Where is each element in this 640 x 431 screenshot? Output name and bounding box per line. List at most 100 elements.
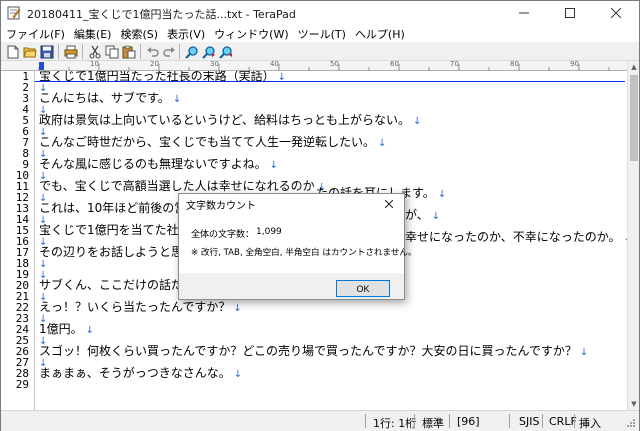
cut-icon — [89, 45, 101, 58]
status-encoding[interactable]: SJIS — [519, 415, 539, 428]
close-button[interactable] — [593, 1, 639, 25]
toolbar-separator — [58, 44, 59, 59]
status-separator — [414, 414, 415, 428]
status-bar: 1行: 1桁 標準 [96] SJIS CRLF 挿入 — [1, 410, 639, 431]
toolbar — [1, 42, 639, 61]
eol-mark: ↓ — [437, 189, 447, 200]
text-line[interactable]: 宝くじで1億円当たった社長の末路（実話） ↓ — [39, 71, 286, 83]
vertical-scrollbar[interactable]: ▲ ▼ — [627, 61, 639, 410]
text-line-content: こんにちは、サブです。 — [39, 91, 170, 105]
eol-mark: ↓ — [269, 160, 279, 171]
status-mode: 標準 — [422, 417, 444, 430]
redo-button[interactable] — [161, 44, 177, 59]
status-insert-mode[interactable]: 挿入 — [579, 415, 601, 431]
scrollbar-thumb[interactable] — [630, 75, 638, 161]
status-separator — [509, 414, 510, 428]
minimize-icon — [519, 12, 529, 14]
status-separator — [542, 414, 543, 428]
maximize-button[interactable] — [547, 1, 593, 25]
status-separator — [574, 414, 575, 428]
ruler-label: 80 — [510, 60, 519, 68]
eol-mark: ↓ — [579, 347, 589, 358]
cut-button[interactable] — [87, 44, 103, 59]
close-icon — [611, 8, 621, 18]
search-next-icon — [202, 45, 215, 59]
menu-view[interactable]: 表示(V) — [162, 25, 209, 42]
redo-icon — [163, 46, 175, 57]
eol-mark: ↓ — [413, 116, 422, 127]
menu-file[interactable]: ファイル(F) — [1, 25, 69, 42]
text-line[interactable]: サブくん、ここだけの話だ↓ — [39, 279, 194, 292]
new-file-button[interactable] — [5, 44, 21, 59]
maximize-icon — [565, 8, 575, 18]
text-line[interactable]: その辺りをお話しようと思↓ — [39, 246, 194, 259]
eol-mark: ↓ — [233, 369, 243, 380]
paste-button[interactable] — [121, 44, 137, 59]
undo-button[interactable] — [145, 44, 161, 59]
text-line-content: えっ！？いくら当たったんですか？ — [39, 300, 231, 314]
search-button[interactable] — [184, 44, 200, 59]
search-next-button[interactable] — [201, 44, 217, 59]
eol-mark: ↓ — [233, 303, 242, 314]
ruler-label: 40 — [270, 60, 279, 68]
menu-edit[interactable]: 編集(E) — [69, 25, 116, 42]
status-char-code: [96] — [457, 415, 480, 428]
dialog-close-button[interactable] — [374, 194, 404, 213]
minimize-button[interactable] — [501, 1, 547, 25]
text-line-content: スゴッ！何枚くらい買ったんですか？どこの売り場で買ったんですか？大安の日に買った… — [39, 344, 577, 358]
text-line[interactable]: こんなご時世だから、宝くじでも当てて人生一発逆転したい。 ↓ — [39, 136, 387, 149]
total-characters-label: 全体の文字数： — [191, 230, 255, 240]
new-file-icon — [7, 45, 19, 58]
title-bar[interactable]: 20180411_宝くじで1億円当たった話...txt - TeraPad — [1, 1, 639, 25]
undo-icon — [147, 46, 159, 57]
line-number: 29 — [15, 378, 29, 391]
ruler-label: 70 — [450, 60, 459, 68]
text-line[interactable]: 政府は景気は上向いているというけど、給料はちっとも上がらない。 ↓ — [39, 114, 422, 127]
scroll-down-arrow-icon[interactable]: ▼ — [628, 398, 640, 410]
menu-tools[interactable]: ツール(T) — [293, 25, 350, 42]
text-line[interactable]: スゴッ！何枚くらい買ったんですか？どこの売り場で買ったんですか？大安の日に買った… — [39, 344, 589, 358]
save-button[interactable] — [39, 44, 55, 59]
toolbar-separator — [140, 44, 141, 59]
dialog-body: 全体の文字数： 1,099 ※ 改行, TAB, 全角空白, 半角空白 はカウン… — [179, 213, 417, 273]
resize-grip-icon[interactable] — [625, 417, 637, 429]
text-line[interactable]: これは、10年ほど前後の営↓ — [39, 201, 198, 215]
text-line[interactable]: そんな風に感じるのも無理ないですよね。 ↓ — [39, 157, 279, 171]
toolbar-separator — [179, 44, 180, 59]
text-line[interactable]: まぁまぁ、そうがっつきなさんな。 ↓ — [39, 367, 243, 380]
ruler-label: 60 — [390, 60, 399, 68]
print-button[interactable] — [63, 44, 79, 59]
save-icon — [40, 45, 54, 58]
menu-window[interactable]: ウィンドウ(W) — [209, 25, 292, 42]
copy-button[interactable] — [104, 44, 120, 59]
print-icon — [64, 45, 78, 58]
menu-search[interactable]: 検索(S) — [115, 25, 162, 42]
text-line-content: でも、宝くじで高額当選した人は幸せになれるのか — [39, 179, 315, 193]
text-line[interactable]: ↓ — [39, 258, 47, 270]
dialog-title-bar[interactable]: 文字数カウント — [179, 194, 404, 213]
text-line[interactable]: えっ！？いくら当たったんですか？ ↓ — [39, 300, 242, 314]
ok-button[interactable]: OK — [336, 280, 390, 297]
line-number-gutter: 1 2 3 4 5 6 7 8 9 10 11 12 13 14 15 16 17 18 19 20 21 22 23 24 2… — [1, 71, 35, 410]
text-line[interactable]: 1億円。 ↓ — [39, 323, 94, 336]
text-line-content: そんな風に感じるのも無理ないですよね。 — [39, 157, 267, 171]
eol-mark: ↓ — [378, 138, 387, 149]
menu-bar: ファイル(F) 編集(E) 検索(S) 表示(V) ウィンドウ(W) ツール(T… — [1, 25, 639, 42]
window-title: 20180411_宝くじで1億円当たった話...txt - TeraPad — [27, 8, 296, 21]
app-window: 20180411_宝くじで1億円当たった話...txt - TeraPad ファ… — [0, 0, 640, 431]
dialog-title: 文字数カウント — [186, 201, 256, 212]
status-cursor-position: 1行: 1桁 — [373, 417, 417, 430]
menu-help[interactable]: ヘルプ(H) — [350, 25, 409, 42]
text-line[interactable]: こんにちは、サブです。 ↓ — [39, 91, 181, 105]
open-button[interactable] — [22, 44, 38, 59]
text-line-content: これは、10年ほど前後の営 — [39, 201, 187, 215]
status-line-ending[interactable]: CRLF — [549, 415, 577, 428]
scroll-up-arrow-icon[interactable]: ▲ — [628, 61, 640, 73]
ruler-label: 50 — [330, 60, 339, 68]
status-separator — [449, 414, 450, 428]
ruler-label: 90 — [570, 60, 579, 68]
text-line[interactable]: でも、宝くじで高額当選した人は幸せになれるのか ↓ — [39, 179, 326, 193]
search-previous-button[interactable] — [218, 44, 234, 59]
text-fragment: 幸せになったのか、不幸になったのか。↓ — [405, 231, 627, 244]
text-line-content: 宝くじで1億円を当てた社長 — [39, 223, 191, 237]
